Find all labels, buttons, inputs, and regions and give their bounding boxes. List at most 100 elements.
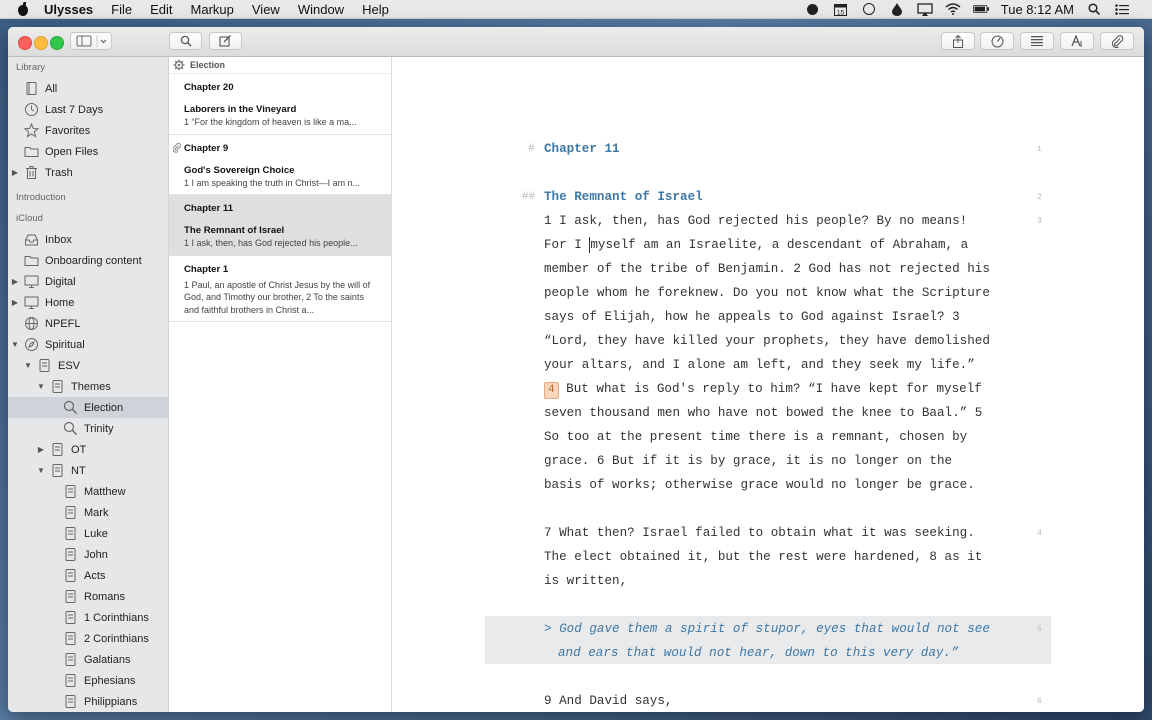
library-item-label: 1 Corinthians <box>84 611 149 624</box>
group-icon <box>37 358 52 373</box>
disclosure-down-icon[interactable]: ▼ <box>23 361 33 370</box>
spotlight-icon[interactable] <box>1086 3 1102 15</box>
library-item-esv[interactable]: ▼ ESV <box>8 355 168 376</box>
library-item-luke[interactable]: Luke <box>8 523 168 544</box>
paragraph[interactable]: 1 I ask, then, has God rejected his peop… <box>544 209 990 497</box>
library-item-trinity[interactable]: Trinity <box>8 418 168 439</box>
paperclip-icon <box>172 142 182 156</box>
library-item-2-corinthians[interactable]: 2 Corinthians <box>8 628 168 649</box>
library-item-favorites[interactable]: Favorites <box>8 120 168 141</box>
library-item-mark[interactable]: Mark <box>8 502 168 523</box>
sheet-item[interactable]: Chapter 1 1 Paul, an apostle of Christ J… <box>169 256 391 322</box>
gear-icon[interactable] <box>173 59 185 71</box>
heading-1[interactable]: # Chapter 11 <box>528 137 990 161</box>
battery-icon[interactable] <box>972 3 989 15</box>
menu-file[interactable]: File <box>111 2 132 17</box>
library-item-galatians[interactable]: Galatians <box>8 649 168 670</box>
library-item-label: Romans <box>84 590 125 603</box>
library-item-label: Galatians <box>84 653 131 666</box>
menubar-clock[interactable]: Tue 8:12 AM <box>1001 2 1074 17</box>
footnote-badge[interactable]: 4 <box>544 382 559 399</box>
group-icon <box>63 673 78 688</box>
library-item-ot[interactable]: ▶ OT <box>8 439 168 460</box>
library-item-election[interactable]: Election <box>8 397 168 418</box>
library-item-matthew[interactable]: Matthew <box>8 481 168 502</box>
library-item-digital[interactable]: ▶ Digital <box>8 271 168 292</box>
library-item-label: Mark <box>84 506 109 519</box>
disclosure-right-icon[interactable]: ▶ <box>10 277 20 286</box>
library-item-romans[interactable]: Romans <box>8 586 168 607</box>
share-button[interactable] <box>941 32 975 50</box>
paragraph-text: myself am an Israelite, a descendant of … <box>544 238 990 372</box>
library-item-acts[interactable]: Acts <box>8 565 168 586</box>
airplay-icon[interactable] <box>917 2 933 16</box>
minimize-window-button[interactable] <box>34 36 48 50</box>
library-item-1-corinthians[interactable]: 1 Corinthians <box>8 607 168 628</box>
disclosure-right-icon[interactable]: ▶ <box>10 298 20 307</box>
calendar-icon[interactable]: 15 <box>833 3 849 16</box>
sheet-item[interactable]: Chapter 20 Laborers in the Vineyard 1 “F… <box>169 74 391 135</box>
disclosure-right-icon[interactable]: ▶ <box>36 445 46 454</box>
title-bar <box>8 27 1144 57</box>
new-sheet-button[interactable] <box>209 32 242 50</box>
sheet-title: The Remnant of Israel <box>184 225 285 236</box>
sidebar-toggle-button[interactable] <box>70 32 112 50</box>
paragraph[interactable]: 9 And David says, <box>544 689 990 712</box>
menu-app[interactable]: Ulysses <box>44 2 93 17</box>
library-item-john[interactable]: John <box>8 544 168 565</box>
ulysses-window: Library All Last 7 Days Favorites Open F… <box>8 27 1144 712</box>
library-item-spiritual[interactable]: ▼ Spiritual <box>8 334 168 355</box>
paragraph-text: 7 What then? Israel failed to obtain wha… <box>544 526 983 588</box>
library-item-npefl[interactable]: NPEFL <box>8 313 168 334</box>
menu-edit[interactable]: Edit <box>150 2 172 17</box>
menu-view[interactable]: View <box>252 2 280 17</box>
drop-icon[interactable] <box>889 2 905 16</box>
apple-menu-icon[interactable] <box>16 2 30 16</box>
monitor-icon <box>24 274 39 289</box>
sheet-item[interactable]: Chapter 11 The Remnant of Israel 1 I ask… <box>169 195 391 256</box>
group-icon <box>50 442 65 457</box>
library-item-all[interactable]: All <box>8 78 168 99</box>
disclosure-right-icon[interactable]: ▶ <box>10 168 20 177</box>
search-button[interactable] <box>169 32 202 50</box>
line-number: 1 <box>1037 145 1042 154</box>
outline-button[interactable] <box>1020 32 1054 50</box>
library-item-inbox[interactable]: Inbox <box>8 229 168 250</box>
library-item-onboarding-content[interactable]: Onboarding content <box>8 250 168 271</box>
library-item-label: Open Files <box>45 145 99 158</box>
library-item-trash[interactable]: ▶ Trash <box>8 162 168 183</box>
library-item-last-7-days[interactable]: Last 7 Days <box>8 99 168 120</box>
sheet-item[interactable]: Chapter 9 God's Sovereign Choice 1 I am … <box>169 135 391 195</box>
paragraph[interactable]: 7 What then? Israel failed to obtain wha… <box>544 521 990 593</box>
disclosure-down-icon[interactable]: ▼ <box>36 382 46 391</box>
library-item-ephesians[interactable]: Ephesians <box>8 670 168 691</box>
wifi-icon[interactable] <box>945 3 961 15</box>
blockquote[interactable]: > God gave them a spirit of stupor, eyes… <box>544 617 1004 665</box>
menu-markup[interactable]: Markup <box>191 2 234 17</box>
library-item-home[interactable]: ▶ Home <box>8 292 168 313</box>
filter-search-icon <box>63 421 78 436</box>
disclosure-down-icon[interactable]: ▼ <box>10 340 20 349</box>
notification-center-icon[interactable] <box>1114 3 1130 15</box>
menu-help[interactable]: Help <box>362 2 389 17</box>
close-window-button[interactable] <box>18 36 32 50</box>
library-item-philippians[interactable]: Philippians <box>8 691 168 712</box>
blockquote-text: > God gave them a spirit of stupor, eyes… <box>544 622 990 660</box>
editor[interactable]: # Chapter 11 1 ## The Remnant of Israel … <box>392 57 1144 712</box>
introduction-section-title[interactable]: Introduction <box>8 187 168 208</box>
heading-2[interactable]: ## The Remnant of Israel <box>522 185 990 209</box>
zoom-window-button[interactable] <box>50 36 64 50</box>
markup-button[interactable] <box>1060 32 1094 50</box>
goals-button[interactable] <box>980 32 1014 50</box>
menu-window[interactable]: Window <box>298 2 344 17</box>
library-item-label: NT <box>71 464 86 477</box>
library-item-nt[interactable]: ▼ NT <box>8 460 168 481</box>
attachments-button[interactable] <box>1100 32 1134 50</box>
library-item-open-files[interactable]: Open Files <box>8 141 168 162</box>
toggle-status-icon[interactable] <box>805 3 821 15</box>
disclosure-down-icon[interactable]: ▼ <box>36 466 46 475</box>
sheet-heading: Chapter 9 <box>184 142 229 154</box>
library-item-themes[interactable]: ▼ Themes <box>8 376 168 397</box>
info-icon[interactable] <box>861 3 877 15</box>
group-icon <box>63 589 78 604</box>
